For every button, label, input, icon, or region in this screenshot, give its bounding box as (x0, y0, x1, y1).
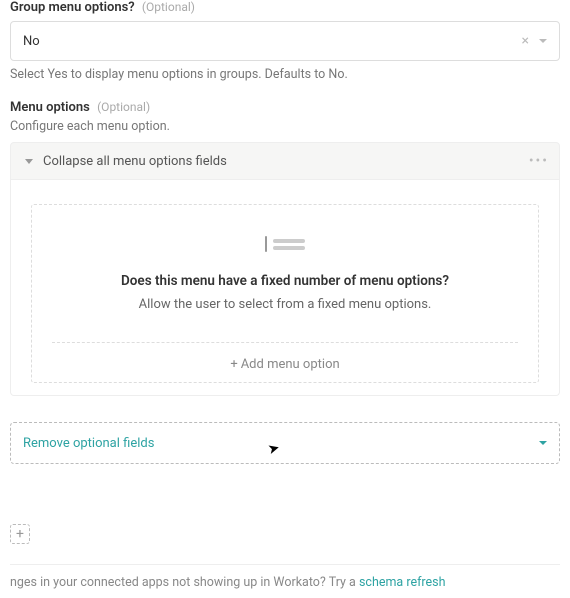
add-menu-option-button[interactable]: + Add menu option (52, 342, 518, 372)
chevron-down-icon (539, 441, 547, 445)
menu-options-desc: Configure each menu option. (10, 119, 560, 134)
more-icon[interactable]: ••• (529, 153, 549, 169)
remove-label: Remove optional fields (23, 436, 154, 451)
menu-options-optional: (Optional) (97, 100, 150, 114)
add-label: Add menu option (241, 357, 340, 372)
group-menu-select[interactable]: No × (10, 21, 560, 61)
collapse-bar[interactable]: Collapse all menu options fields ••• (10, 142, 560, 180)
empty-subtitle: Allow the user to select from a fixed me… (52, 297, 518, 312)
schema-refresh-link[interactable]: schema refresh (359, 575, 446, 590)
add-step-button[interactable]: + (10, 524, 30, 544)
collapse-label: Collapse all menu options fields (43, 154, 227, 169)
group-menu-field: Group menu options? (Optional) No × Sele… (10, 0, 560, 82)
footer-hint: nges in your connected apps not showing … (10, 564, 560, 590)
menu-options-label: Menu options (10, 100, 90, 115)
group-menu-label: Group menu options? (10, 0, 135, 15)
menu-options-field: Menu options (Optional) Configure each m… (10, 100, 560, 396)
group-menu-optional: (Optional) (142, 0, 195, 14)
plus-icon: + (230, 357, 237, 372)
empty-state-box: Does this menu have a fixed number of me… (31, 204, 539, 383)
empty-title: Does this menu have a fixed number of me… (52, 273, 518, 289)
group-menu-help: Select Yes to display menu options in gr… (10, 67, 560, 82)
remove-optional-fields-button[interactable]: Remove optional fields (10, 422, 560, 464)
chevron-down-icon (25, 159, 33, 164)
collapse-body: Does this menu have a fixed number of me… (10, 180, 560, 396)
input-placeholder-icon (260, 235, 310, 253)
footer-text: nges in your connected apps not showing … (10, 575, 359, 590)
clear-icon[interactable]: × (522, 33, 529, 49)
chevron-down-icon (539, 39, 547, 43)
group-menu-value: No (23, 34, 514, 49)
plus-icon: + (10, 524, 30, 544)
